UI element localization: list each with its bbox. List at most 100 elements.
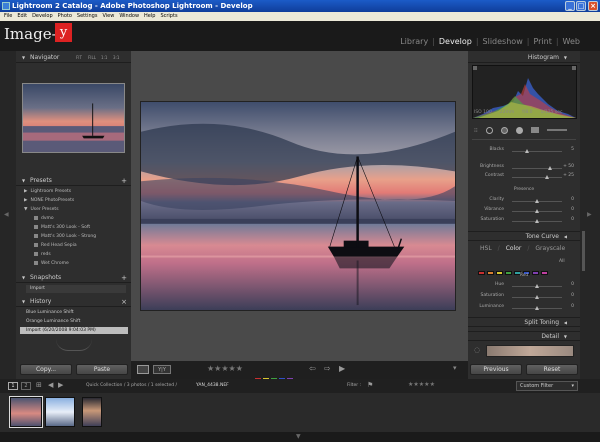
toolbar-menu-icon[interactable]: ▾ bbox=[453, 364, 457, 372]
slider-knob[interactable] bbox=[525, 149, 529, 153]
rating-star-icon[interactable]: ★ bbox=[236, 364, 243, 373]
slider-knob[interactable] bbox=[535, 306, 539, 310]
close-button[interactable]: × bbox=[588, 1, 598, 11]
add-snapshot-icon[interactable]: + bbox=[121, 273, 127, 283]
clear-history-icon[interactable]: × bbox=[121, 297, 127, 307]
module-print[interactable]: Print bbox=[533, 37, 551, 46]
preset-folder[interactable]: ▼ User Presets bbox=[24, 206, 59, 213]
panel-scrollbar[interactable] bbox=[582, 231, 585, 271]
menu-photo[interactable]: Photo bbox=[58, 12, 72, 21]
zoom-fill[interactable]: FILL bbox=[88, 53, 96, 63]
rating-filter[interactable]: ★★★★★ bbox=[408, 381, 435, 388]
slider-knob[interactable] bbox=[535, 284, 539, 288]
menu-help[interactable]: Help bbox=[144, 12, 155, 21]
slider-knob[interactable] bbox=[547, 166, 552, 170]
history-header[interactable]: ▼ History × bbox=[16, 297, 131, 307]
right-panel-toggle-strip[interactable]: ▶ bbox=[580, 51, 600, 379]
zoom-3-1[interactable]: 3:1 bbox=[113, 53, 119, 63]
all-colors-label[interactable]: All bbox=[559, 259, 565, 264]
slider-knob[interactable] bbox=[535, 209, 539, 213]
page-2-button[interactable]: 2 bbox=[21, 382, 31, 390]
tab-grayscale[interactable]: Grayscale bbox=[535, 245, 565, 254]
preset-folder[interactable]: ▶ Lightroom Presets bbox=[24, 188, 71, 195]
add-preset-icon[interactable]: + bbox=[121, 176, 127, 186]
preset-item[interactable]: Matt's 300 Look - Strong bbox=[34, 233, 96, 240]
crop-tool-icon[interactable] bbox=[485, 126, 493, 134]
rating-stars[interactable]: ★★★★★ bbox=[207, 364, 243, 373]
filter-star-icon[interactable]: ★ bbox=[430, 381, 435, 388]
split-toning-header[interactable]: Split Toning ◀ bbox=[468, 317, 580, 327]
preset-item[interactable]: reds bbox=[34, 251, 51, 258]
maximize-button[interactable]: □ bbox=[576, 1, 586, 11]
history-item[interactable]: Orange Luminance Shift bbox=[20, 318, 128, 325]
module-slideshow[interactable]: Slideshow bbox=[483, 37, 523, 46]
menu-file[interactable]: File bbox=[4, 12, 12, 21]
zoom-fit[interactable]: FIT bbox=[76, 53, 82, 63]
menu-settings[interactable]: Settings bbox=[77, 12, 98, 21]
custom-filter-select[interactable]: Custom Filter ▾ bbox=[516, 381, 578, 391]
previous-photo-icon[interactable]: ⇦ bbox=[309, 364, 316, 373]
presets-header[interactable]: ▼ Presets + bbox=[16, 176, 131, 186]
blacks-slider[interactable]: Blacks 5 bbox=[472, 147, 576, 155]
play-slideshow-icon[interactable]: ▶ bbox=[339, 364, 345, 373]
slider-knob[interactable] bbox=[535, 295, 539, 299]
tab-hsl[interactable]: HSL bbox=[480, 245, 492, 254]
navigator-preview[interactable] bbox=[22, 83, 125, 153]
color-saturation-slider[interactable]: Saturation 0 bbox=[472, 293, 576, 301]
reset-button[interactable]: Reset bbox=[526, 364, 578, 375]
slider-knob[interactable] bbox=[545, 175, 549, 179]
menu-view[interactable]: View bbox=[102, 12, 114, 21]
next-photo-icon[interactable]: ⇨ bbox=[324, 364, 331, 373]
brightness-slider[interactable]: Brightness + 50 bbox=[472, 164, 576, 172]
menu-scripts[interactable]: Scripts bbox=[160, 12, 177, 21]
menu-develop[interactable]: Develop bbox=[32, 12, 53, 21]
flag-filter-icon[interactable]: ⚑ bbox=[367, 381, 373, 389]
tab-color[interactable]: Color bbox=[506, 245, 522, 254]
left-panel-toggle-strip[interactable]: ◀ bbox=[0, 51, 16, 379]
detail-target-icon[interactable]: ◌ bbox=[474, 346, 480, 354]
detail-header[interactable]: Detail ▼ bbox=[468, 331, 580, 341]
copy-button[interactable]: Copy... bbox=[20, 364, 72, 375]
filmstrip-thumbnail[interactable] bbox=[82, 397, 102, 427]
detail-preview[interactable] bbox=[486, 345, 574, 357]
module-web[interactable]: Web bbox=[563, 37, 580, 46]
module-library[interactable]: Library bbox=[400, 37, 428, 46]
grid-overlay-icon[interactable]: ⁝⁝ bbox=[474, 127, 478, 134]
spot-removal-icon[interactable] bbox=[500, 126, 508, 134]
rating-star-icon[interactable]: ★ bbox=[221, 364, 228, 373]
zoom-1-1[interactable]: 1:1 bbox=[101, 53, 107, 63]
contrast-slider[interactable]: Contrast + 25 bbox=[472, 173, 576, 181]
hue-slider[interactable]: Hue 0 bbox=[472, 282, 576, 290]
loupe-view-icon[interactable] bbox=[137, 365, 149, 374]
bottom-panel-strip[interactable]: ▼ bbox=[0, 432, 600, 442]
red-eye-icon[interactable] bbox=[515, 126, 523, 134]
saturation-slider[interactable]: Saturation 0 bbox=[472, 217, 576, 225]
snapshots-header[interactable]: ▼ Snapshots + bbox=[16, 273, 131, 283]
slider-knob[interactable] bbox=[535, 199, 539, 203]
page-1-button[interactable]: 1 bbox=[8, 382, 18, 390]
before-after-icon[interactable]: Y|Y bbox=[153, 365, 171, 374]
filmstrip-thumbnail-selected[interactable] bbox=[9, 396, 43, 428]
preset-item[interactable]: Matt's 300 Look - Soft bbox=[34, 224, 90, 231]
module-develop[interactable]: Develop bbox=[439, 37, 472, 46]
history-item[interactable]: Blue Luminance Shift bbox=[20, 309, 128, 316]
graduated-filter-icon[interactable] bbox=[530, 127, 539, 133]
slider-knob[interactable] bbox=[535, 219, 539, 223]
clarity-slider[interactable]: Clarity 0 bbox=[472, 197, 576, 205]
preset-item[interactable]: Red Head Sepia bbox=[34, 242, 77, 249]
paste-button[interactable]: Paste bbox=[76, 364, 128, 375]
adjustment-brush-icon[interactable] bbox=[546, 129, 567, 131]
rating-star-icon[interactable]: ★ bbox=[229, 364, 236, 373]
previous-button[interactable]: Previous bbox=[470, 364, 522, 375]
preset-item[interactable]: dvmo bbox=[34, 215, 54, 222]
menu-window[interactable]: Window bbox=[119, 12, 139, 21]
preset-folder[interactable]: ▶ NONE PhotoPresets bbox=[24, 197, 74, 204]
minimize-button[interactable]: _ bbox=[565, 1, 575, 11]
snapshot-item[interactable]: Import bbox=[26, 285, 126, 293]
histogram-header[interactable]: Histogram ▼ bbox=[468, 53, 580, 63]
preset-item[interactable]: Wet Chrome bbox=[34, 260, 69, 267]
main-photo[interactable] bbox=[140, 101, 456, 311]
filmstrip-thumbnail[interactable] bbox=[45, 397, 75, 427]
navigator-header[interactable]: ▼ Navigator FIT FILL 1:1 3:1 bbox=[16, 53, 131, 63]
back-arrow-icon[interactable]: ◀ bbox=[48, 381, 53, 389]
